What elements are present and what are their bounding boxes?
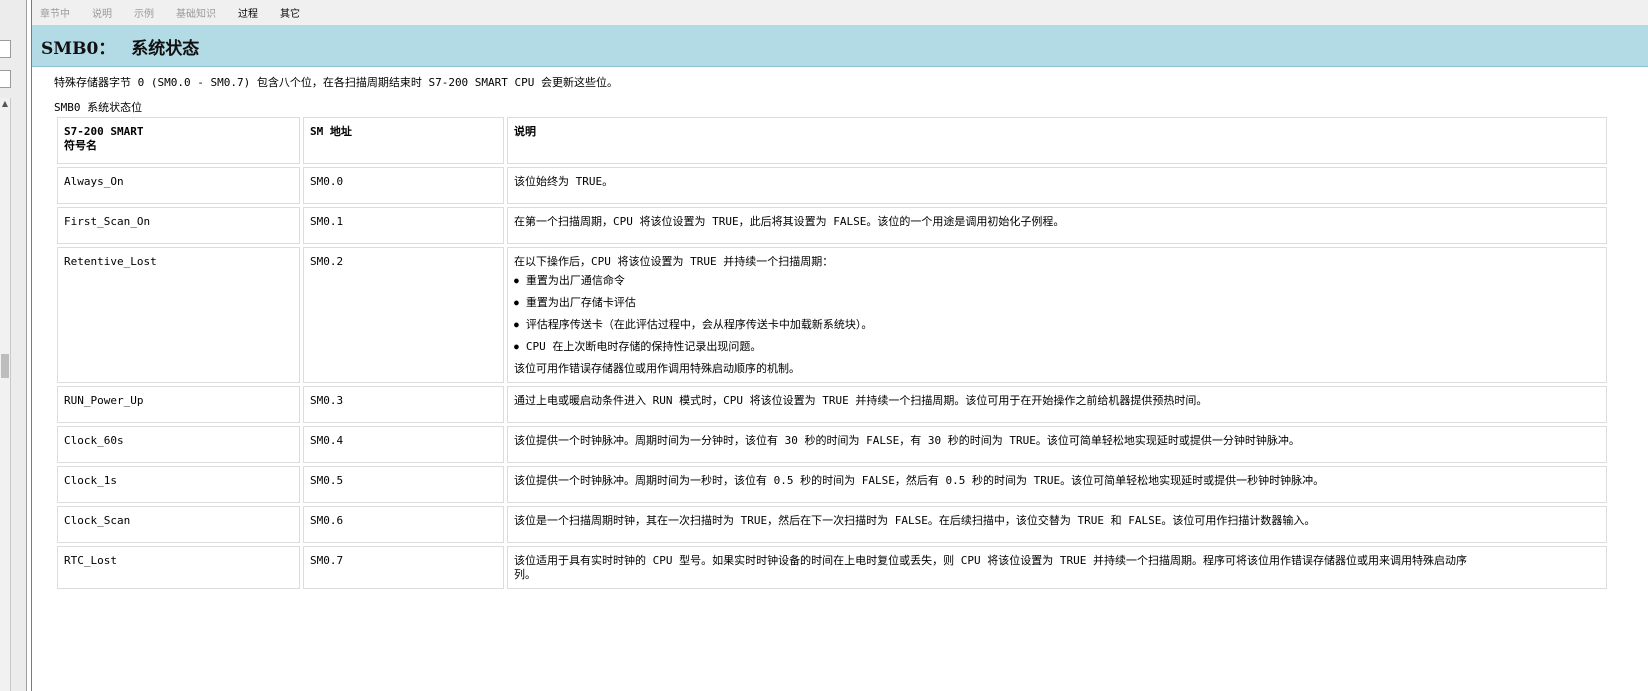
cell-symbol: First_Scan_On: [57, 207, 300, 244]
tab-example[interactable]: 示例: [134, 5, 154, 20]
tab-other[interactable]: 其它: [280, 5, 300, 20]
cell-description: 该位始终为 TRUE。: [507, 167, 1607, 204]
cell-description: 在以下操作后，CPU 将该位设置为 TRUE 并持续一个扫描周期： 重置为出厂通…: [507, 247, 1607, 383]
table-row: RTC_Lost SM0.7 该位适用于具有实时时钟的 CPU 型号。如果实时时…: [57, 546, 1607, 589]
tab-description[interactable]: 说明: [92, 5, 112, 20]
page-title: SMB0： 系统状态: [41, 34, 199, 59]
table-row: Always_On SM0.0 该位始终为 TRUE。: [57, 167, 1607, 204]
table-row: Clock_60s SM0.4 该位提供一个时钟脉冲。周期时间为一分钟时，该位有…: [57, 426, 1607, 463]
cell-address: SM0.1: [303, 207, 504, 244]
table-row: Retentive_Lost SM0.2 在以下操作后，CPU 将该位设置为 T…: [57, 247, 1607, 383]
cell-symbol: Clock_1s: [57, 466, 300, 503]
cell-description: 通过上电或暖启动条件进入 RUN 模式时，CPU 将该位设置为 TRUE 并持续…: [507, 386, 1607, 423]
cell-address: SM0.3: [303, 386, 504, 423]
description-intro: 在以下操作后，CPU 将该位设置为 TRUE 并持续一个扫描周期：: [514, 255, 834, 268]
description-bullet-list: 重置为出厂通信命令 重置为出厂存储卡评估 评估程序传送卡（在此评估过程中，会从程…: [514, 274, 1600, 354]
cell-symbol: Retentive_Lost: [57, 247, 300, 383]
cell-symbol: RTC_Lost: [57, 546, 300, 589]
table-row: Clock_1s SM0.5 该位提供一个时钟脉冲。周期时间为一秒时，该位有 0…: [57, 466, 1607, 503]
description-line-cont: 列。: [514, 568, 536, 581]
header-symbol: S7-200 SMART 符号名: [57, 117, 300, 164]
topic-header: SMB0： 系统状态: [32, 26, 1648, 67]
left-panel-field[interactable]: [0, 70, 11, 88]
cell-address: SM0.0: [303, 167, 504, 204]
table-row: RUN_Power_Up SM0.3 通过上电或暖启动条件进入 RUN 模式时，…: [57, 386, 1607, 423]
tab-bar: 章节中 说明 示例 基础知识 过程 其它: [32, 0, 1648, 26]
cell-description: 该位提供一个时钟脉冲。周期时间为一秒时，该位有 0.5 秒的时间为 FALSE，…: [507, 466, 1607, 503]
header-description: 说明: [507, 117, 1607, 164]
list-item: CPU 在上次断电时存储的保持性记录出现问题。: [514, 340, 1600, 354]
header-symbol-line1: S7-200 SMART: [64, 125, 144, 138]
left-panel: ▲: [0, 0, 27, 691]
scroll-up-arrow-icon[interactable]: ▲: [0, 98, 10, 110]
cell-description: 该位是一个扫描周期时钟，其在一次扫描时为 TRUE，然后在下一次扫描时为 FAL…: [507, 506, 1607, 543]
list-item: 评估程序传送卡（在此评估过程中，会从程序传送卡中加载新系统块）。: [514, 318, 1600, 332]
cell-symbol: Clock_Scan: [57, 506, 300, 543]
system-status-table: S7-200 SMART 符号名 SM 地址 说明 Always_On SM0.…: [54, 114, 1610, 592]
cell-address: SM0.6: [303, 506, 504, 543]
header-symbol-line2: 符号名: [64, 139, 97, 152]
left-scrollbar[interactable]: ▲: [0, 98, 11, 691]
cell-description: 该位提供一个时钟脉冲。周期时间为一分钟时，该位有 30 秒的时间为 FALSE，…: [507, 426, 1607, 463]
description-line: 该位适用于具有实时时钟的 CPU 型号。如果实时时钟设备的时间在上电时复位或丢失…: [514, 554, 1467, 567]
left-panel-field[interactable]: [0, 40, 11, 58]
cell-address: SM0.5: [303, 466, 504, 503]
tab-in-chapter[interactable]: 章节中: [40, 5, 70, 20]
list-item: 重置为出厂通信命令: [514, 274, 1600, 288]
cell-address: SM0.2: [303, 247, 504, 383]
cell-symbol: Always_On: [57, 167, 300, 204]
cell-address: SM0.7: [303, 546, 504, 589]
intro-paragraph: 特殊存储器字节 0 (SM0.0 - SM0.7) 包含八个位，在各扫描周期结束…: [54, 76, 619, 89]
list-item: 重置为出厂存储卡评估: [514, 296, 1600, 310]
cell-description: 在第一个扫描周期，CPU 将该位设置为 TRUE，此后将其设置为 FALSE。该…: [507, 207, 1607, 244]
cell-symbol: RUN_Power_Up: [57, 386, 300, 423]
table-caption: SMB0 系统状态位: [54, 101, 143, 114]
header-address: SM 地址: [303, 117, 504, 164]
page-title-code: SMB0：: [41, 38, 116, 59]
tab-procedure[interactable]: 过程: [238, 5, 258, 20]
cell-description: 该位适用于具有实时时钟的 CPU 型号。如果实时时钟设备的时间在上电时复位或丢失…: [507, 546, 1607, 589]
tab-basics[interactable]: 基础知识: [176, 5, 216, 20]
table-header-row: S7-200 SMART 符号名 SM 地址 说明: [57, 117, 1607, 164]
scroll-thumb[interactable]: [1, 354, 9, 378]
table-row: First_Scan_On SM0.1 在第一个扫描周期，CPU 将该位设置为 …: [57, 207, 1607, 244]
table-row: Clock_Scan SM0.6 该位是一个扫描周期时钟，其在一次扫描时为 TR…: [57, 506, 1607, 543]
page-title-text: 系统状态: [131, 38, 200, 59]
cell-address: SM0.4: [303, 426, 504, 463]
help-content-pane: 章节中 说明 示例 基础知识 过程 其它 SMB0： 系统状态 特殊存储器字节 0…: [31, 0, 1648, 691]
cell-symbol: Clock_60s: [57, 426, 300, 463]
description-tail: 该位可用作错误存储器位或用作调用特殊启动顺序的机制。: [514, 362, 800, 375]
